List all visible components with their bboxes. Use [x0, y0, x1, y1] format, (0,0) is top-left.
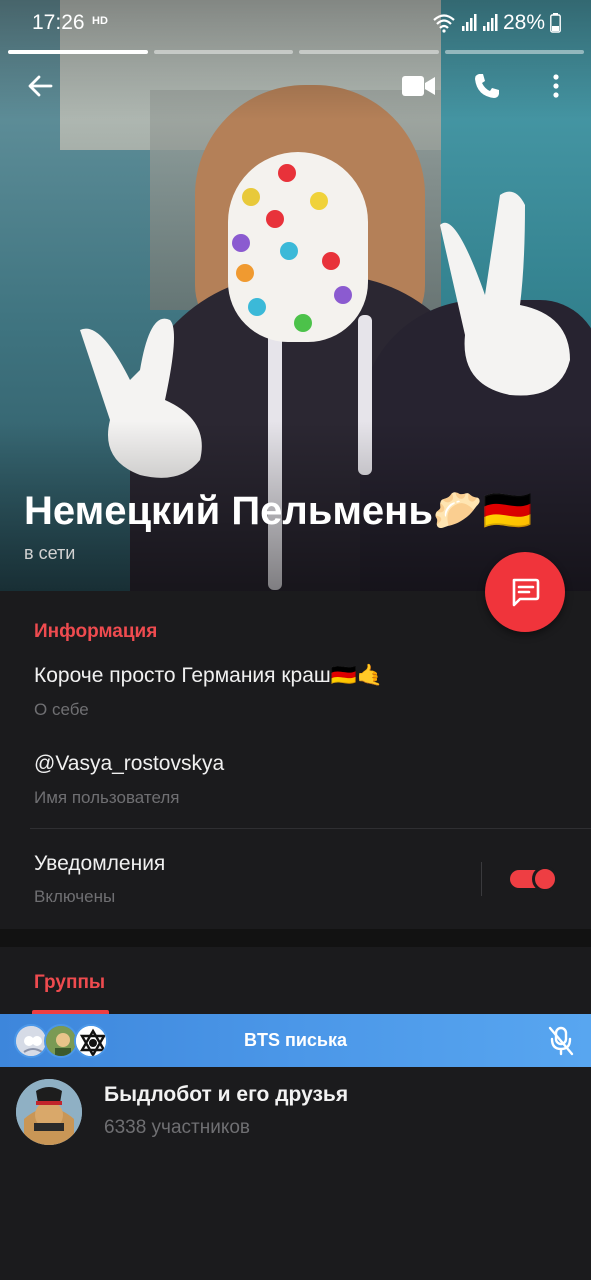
more-vertical-icon — [553, 74, 559, 98]
story-segment — [153, 50, 293, 54]
battery-icon — [550, 13, 561, 33]
smiley-sticker — [278, 164, 296, 182]
mute-button[interactable] — [547, 1026, 575, 1061]
notifications-text: Уведомления — [34, 852, 166, 875]
story-progress — [8, 50, 584, 54]
divider — [481, 862, 482, 896]
smiley-sticker — [322, 252, 340, 270]
call-button[interactable] — [467, 66, 507, 106]
story-segment — [8, 50, 148, 54]
message-icon — [512, 578, 540, 607]
groups-section — [0, 947, 591, 1280]
section-gap — [0, 929, 591, 947]
status-time: 17:26 — [32, 11, 85, 34]
smiley-sticker — [334, 286, 352, 304]
video-call-button[interactable] — [398, 66, 440, 106]
username-text: @Vasya_rostovskya — [34, 752, 225, 775]
groups-tab[interactable]: Группы — [34, 972, 105, 994]
smiley-sticker — [310, 192, 328, 210]
video-camera-icon — [402, 76, 435, 96]
profile-name: Немецкий Пельмень🥟🇩🇪 — [24, 489, 533, 533]
voice-chat-bar[interactable]: BTS писька — [0, 1014, 591, 1067]
smiley-sticker — [242, 188, 260, 206]
divider — [30, 828, 591, 829]
arrow-left-icon — [28, 75, 53, 97]
status-bar: 17:26 HD 28% — [0, 0, 591, 46]
battery-percent: 28% — [502, 11, 545, 34]
phone-icon — [475, 74, 499, 98]
message-button[interactable] — [485, 552, 565, 632]
hd-badge: HD — [92, 15, 108, 27]
story-segment — [444, 50, 584, 54]
username-label: Имя пользователя — [34, 788, 180, 807]
smiley-sticker — [280, 242, 298, 260]
group-members: 6338 участников — [104, 1117, 251, 1138]
bio-label: О себе — [34, 700, 89, 719]
bio-text: Короче просто Германия краш🇩🇪🤙 — [34, 664, 384, 687]
more-button[interactable] — [540, 66, 572, 106]
story-segment — [299, 50, 439, 54]
group-avatar — [16, 1079, 82, 1145]
profile-status: в сети — [24, 543, 76, 563]
smiley-sticker — [232, 234, 250, 252]
wifi-icon — [433, 14, 455, 33]
smiley-sticker — [266, 210, 284, 228]
mic-off-icon — [548, 1026, 574, 1056]
photo-hand — [440, 191, 570, 396]
photo-face-mask — [228, 152, 368, 342]
group-name: Быдлобот и его друзья — [104, 1083, 349, 1106]
smiley-sticker — [236, 264, 254, 282]
smiley-sticker — [248, 298, 266, 316]
notifications-state: Включены — [34, 887, 116, 906]
smiley-sticker — [294, 314, 312, 332]
notifications-toggle[interactable] — [510, 866, 560, 892]
voice-chat-title: BTS писька — [243, 1030, 348, 1050]
signal-icon — [461, 14, 477, 31]
info-section-title: Информация — [34, 621, 158, 642]
toggle-knob — [532, 866, 558, 892]
signal-icon — [482, 14, 498, 31]
back-button[interactable] — [20, 66, 60, 106]
status-icons: 28% — [432, 11, 561, 35]
